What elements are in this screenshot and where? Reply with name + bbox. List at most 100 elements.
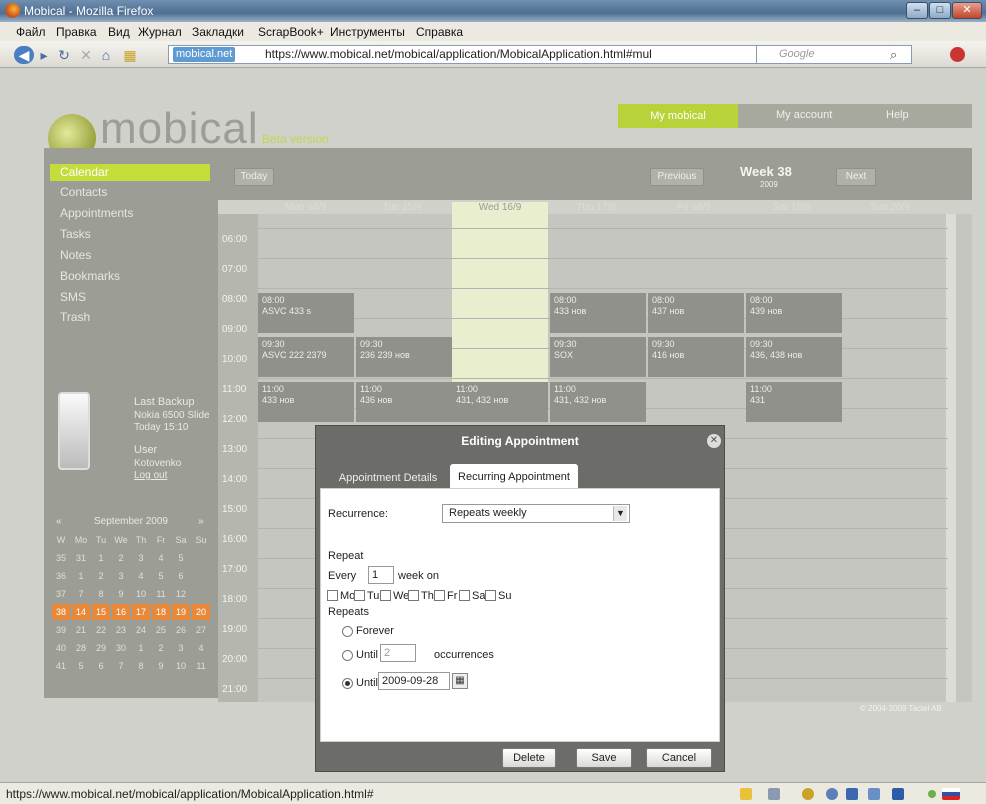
- sidebar-item-contacts[interactable]: Contacts: [50, 184, 210, 201]
- menu-tools[interactable]: Инструменты: [330, 25, 405, 39]
- calendar-event[interactable]: 09:30 436, 438 нов: [746, 337, 842, 377]
- mini-day[interactable]: 27: [192, 622, 210, 638]
- close-icon[interactable]: ✕: [707, 434, 721, 448]
- address-bar[interactable]: mobical.net https://www.mobical.net/mobi…: [168, 45, 808, 64]
- skype-icon[interactable]: [846, 788, 858, 800]
- calendar-event[interactable]: 11:00 431, 432 нов: [452, 382, 548, 422]
- mini-day[interactable]: 3: [112, 568, 130, 584]
- sidebar-item-tasks[interactable]: Tasks: [50, 226, 210, 243]
- calendar-event[interactable]: 08:00 ASVC 433 s: [258, 293, 354, 333]
- search-input[interactable]: Google: [756, 45, 912, 64]
- mini-day[interactable]: 14: [72, 604, 90, 620]
- mini-day[interactable]: 2: [112, 550, 130, 566]
- calendar-event[interactable]: 08:00 437 нов: [648, 293, 744, 333]
- occurrences-input[interactable]: 2: [380, 644, 416, 662]
- checkbox-su[interactable]: [485, 590, 496, 601]
- addon-icon[interactable]: [768, 788, 780, 800]
- mini-day[interactable]: 8: [92, 586, 110, 602]
- mini-day[interactable]: 30: [112, 640, 130, 656]
- maximize-button[interactable]: □: [929, 2, 951, 19]
- globe-icon[interactable]: [826, 788, 838, 800]
- mini-day[interactable]: 5: [72, 658, 90, 674]
- mini-day[interactable]: 21: [72, 622, 90, 638]
- radio-forever[interactable]: [342, 626, 353, 637]
- checkbox-tu[interactable]: [354, 590, 365, 601]
- calendar-event[interactable]: 11:00 431, 432 нов: [550, 382, 646, 422]
- mini-day[interactable]: 15: [92, 604, 110, 620]
- checkbox-fr[interactable]: [434, 590, 445, 601]
- bookmarks-bar-icon[interactable]: ▦: [122, 46, 138, 64]
- checkbox-th[interactable]: [408, 590, 419, 601]
- mini-day[interactable]: 8: [132, 658, 150, 674]
- mini-day[interactable]: 12: [172, 586, 190, 602]
- nav-help[interactable]: Help: [886, 109, 909, 121]
- mini-day[interactable]: 3: [172, 640, 190, 656]
- mini-day[interactable]: 31: [72, 550, 90, 566]
- logout-link[interactable]: Log out: [134, 470, 167, 481]
- sidebar-item-trash[interactable]: Trash: [50, 309, 210, 326]
- tab-recurring-appointment[interactable]: Recurring Appointment: [450, 464, 578, 488]
- mini-day[interactable]: 5: [152, 568, 170, 584]
- menu-edit[interactable]: Правка: [56, 25, 97, 39]
- radio-until-date[interactable]: [342, 678, 353, 689]
- mini-day[interactable]: 7: [72, 586, 90, 602]
- nav-my-account[interactable]: My account: [776, 109, 832, 121]
- language-flag-icon[interactable]: [942, 788, 960, 800]
- calendar-event[interactable]: 09:30 SOX: [550, 337, 646, 377]
- mini-day[interactable]: 16: [112, 604, 130, 620]
- checkbox-sa[interactable]: [459, 590, 470, 601]
- menu-help[interactable]: Справка: [416, 25, 463, 39]
- mini-day[interactable]: 1: [132, 640, 150, 656]
- tab-appointment-details[interactable]: Appointment Details: [334, 468, 442, 488]
- mini-day[interactable]: 2: [92, 568, 110, 584]
- mini-day[interactable]: 3: [132, 550, 150, 566]
- sidebar-item-appointments[interactable]: Appointments: [50, 205, 210, 222]
- mini-day[interactable]: 4: [132, 568, 150, 584]
- window-icon[interactable]: [868, 788, 880, 800]
- calendar-event[interactable]: 09:30 236 239 нов: [356, 337, 452, 377]
- forward-arrow-icon[interactable]: ▸: [36, 46, 52, 64]
- mini-next-month-icon[interactable]: »: [198, 516, 204, 527]
- calendar-event[interactable]: 08:00 433 нов: [550, 293, 646, 333]
- menu-view[interactable]: Вид: [108, 25, 130, 39]
- mini-day[interactable]: 11: [192, 658, 210, 674]
- mini-day[interactable]: 24: [132, 622, 150, 638]
- home-icon[interactable]: ⌂: [98, 46, 114, 64]
- save-button[interactable]: Save: [576, 748, 632, 768]
- mini-day[interactable]: 9: [152, 658, 170, 674]
- until-date-input[interactable]: 2009-09-28: [378, 672, 450, 690]
- nav-my-mobical[interactable]: My mobical: [618, 104, 738, 128]
- mini-day[interactable]: 29: [92, 640, 110, 656]
- sidebar-item-calendar[interactable]: Calendar: [50, 164, 210, 181]
- radio-until-occurrences[interactable]: [342, 650, 353, 661]
- mini-day[interactable]: 18: [152, 604, 170, 620]
- mini-day[interactable]: 17: [132, 604, 150, 620]
- mini-day[interactable]: 2: [152, 640, 170, 656]
- stop-icon[interactable]: ✕: [78, 46, 94, 64]
- today-button[interactable]: Today: [234, 168, 274, 186]
- mini-day[interactable]: 6: [172, 568, 190, 584]
- mini-day[interactable]: 28: [72, 640, 90, 656]
- mini-day[interactable]: 25: [152, 622, 170, 638]
- site-identity-badge[interactable]: mobical.net: [173, 47, 236, 62]
- minimize-button[interactable]: –: [906, 2, 928, 19]
- mini-day[interactable]: 4: [152, 550, 170, 566]
- mini-day[interactable]: 11: [152, 586, 170, 602]
- next-week-button[interactable]: Next: [836, 168, 876, 186]
- previous-week-button[interactable]: Previous: [650, 168, 704, 186]
- mini-prev-month-icon[interactable]: «: [56, 516, 62, 527]
- calendar-event[interactable]: 09:30 ASVC 222 2379: [258, 337, 354, 377]
- checkbox-mo[interactable]: [327, 590, 338, 601]
- sidebar-item-notes[interactable]: Notes: [50, 247, 210, 264]
- adblock-icon[interactable]: [950, 47, 965, 62]
- calendar-event[interactable]: 11:00 436 нов: [356, 382, 452, 422]
- menu-scrapbook[interactable]: ScrapBook+: [258, 25, 324, 39]
- close-window-button[interactable]: ✕: [952, 2, 982, 19]
- cancel-button[interactable]: Cancel: [646, 748, 712, 768]
- mini-day[interactable]: 7: [112, 658, 130, 674]
- mini-day[interactable]: 9: [112, 586, 130, 602]
- back-arrow-icon[interactable]: ◀: [14, 46, 34, 64]
- calendar-picker-icon[interactable]: ▦: [452, 673, 468, 689]
- mini-day[interactable]: 10: [132, 586, 150, 602]
- mini-day[interactable]: 10: [172, 658, 190, 674]
